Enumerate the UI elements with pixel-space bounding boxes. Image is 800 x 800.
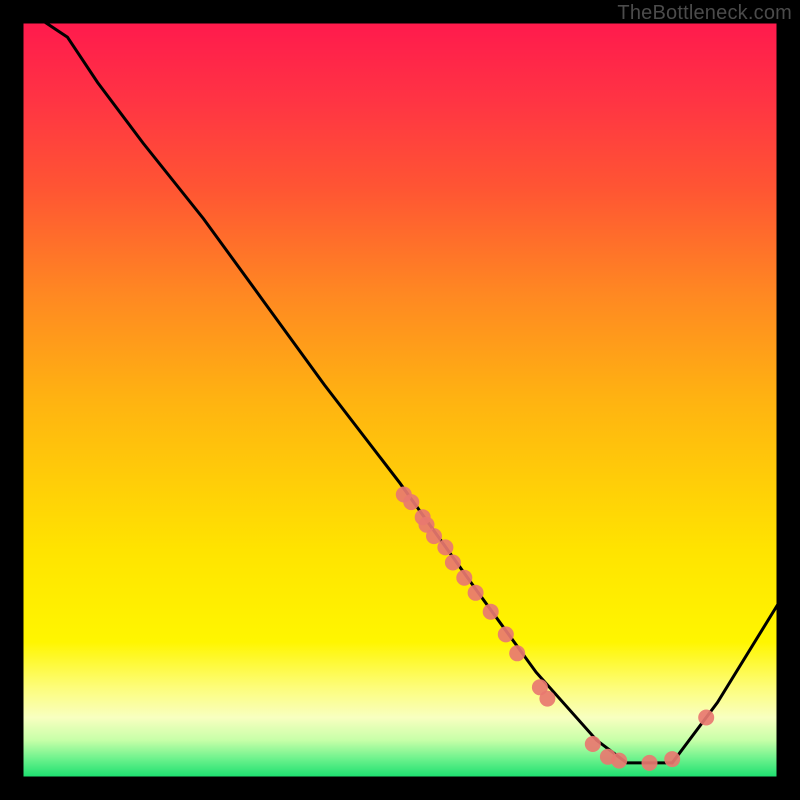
data-point <box>539 691 555 707</box>
curve-line <box>45 22 778 763</box>
data-point <box>445 555 461 571</box>
data-point <box>483 604 499 620</box>
data-point <box>664 751 680 767</box>
data-point <box>611 753 627 769</box>
watermark-text: TheBottleneck.com <box>617 2 792 25</box>
data-point <box>509 645 525 661</box>
data-point <box>585 736 601 752</box>
markers-group <box>396 487 714 771</box>
data-point <box>437 539 453 555</box>
data-point <box>403 494 419 510</box>
data-point <box>498 626 514 642</box>
data-point <box>642 755 658 771</box>
data-point <box>468 585 484 601</box>
chart-frame <box>22 22 778 778</box>
chart-svg-overlay <box>0 0 800 800</box>
chart-container: TheBottleneck.com <box>0 0 800 800</box>
data-point <box>698 710 714 726</box>
data-point <box>456 570 472 586</box>
data-point <box>426 528 442 544</box>
